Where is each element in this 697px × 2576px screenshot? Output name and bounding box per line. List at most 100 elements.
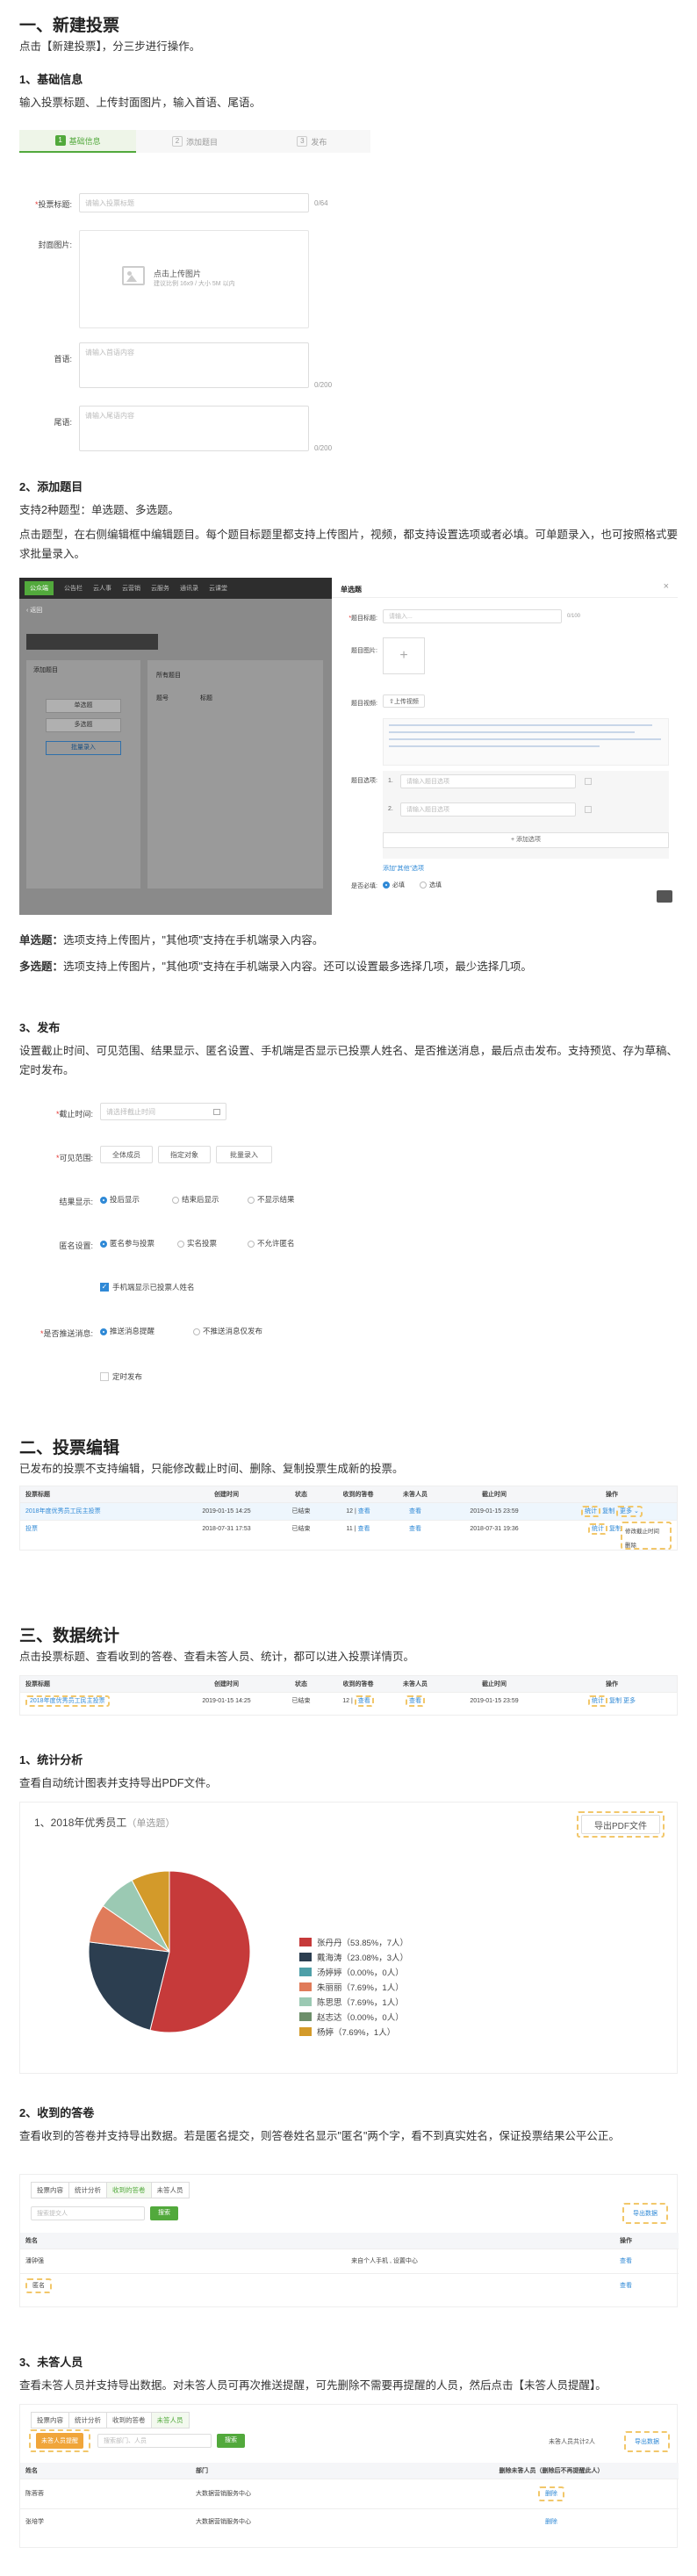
view-answers-link[interactable]: 查看 (358, 1508, 370, 1515)
option-1-input[interactable]: 请输入题目选项 (400, 774, 576, 788)
unanswered-search-input[interactable]: 搜索部门、人员 (97, 2434, 212, 2448)
chat-icon[interactable] (657, 890, 672, 903)
answers-search-button[interactable]: 搜索 (150, 2206, 178, 2220)
stats-link[interactable]: 统计 (588, 1695, 608, 1708)
delete-menu-item[interactable]: 删除 (625, 1540, 667, 1549)
result-after-end-radio[interactable]: 结束后显示 (172, 1194, 219, 1205)
add-desc-1: 支持2种题型：单选题、多选题。 (19, 504, 179, 516)
section-title-data-stats: 三、数据统计 (19, 1627, 120, 1645)
delete-unanswered-link[interactable]: 删除 (424, 2508, 679, 2535)
tab-received-answers[interactable]: 收到的答卷 (107, 2412, 152, 2428)
options-area: 1. 请输入题目选项 2. 请输入题目选项 + 添加选项 (383, 771, 669, 859)
add-other-option-link[interactable]: 添加"其他"选项 (383, 864, 424, 873)
tab-unanswered[interactable]: 未答人员 (151, 2412, 190, 2428)
legend-label: 杨婷（7.69%，1人） (317, 2027, 396, 2038)
vote-title-link[interactable]: 2018年度优秀员工民主投票 (20, 1501, 178, 1520)
vote-title-link[interactable]: 投票 (20, 1519, 178, 1537)
close-icon[interactable]: × (664, 581, 669, 592)
step-basic-info[interactable]: 1 基础信息 (19, 130, 137, 153)
section-title-new-vote: 一、新建投票 (19, 17, 120, 35)
tab-stat-analysis[interactable]: 统计分析 (69, 2182, 107, 2198)
head-textarea[interactable]: 请输入首语内容 (79, 342, 309, 388)
view-answers-link[interactable]: 查看 (354, 1695, 374, 1708)
step-add-question[interactable]: 2 添加题目 (136, 130, 253, 153)
legend-swatch (299, 2026, 312, 2036)
legend-swatch (299, 1997, 312, 2006)
vote-title-link[interactable]: 2018年度优秀员工民主投票 (25, 1695, 110, 1708)
question-editor-screenshot: 公众端 公告栏 云人事 云营销 云服务 通讯录 云课堂 ‹ 返回 添加题目 单选… (19, 578, 678, 915)
scope-specified-button[interactable]: 指定对象 (158, 1146, 211, 1163)
question-image-upload[interactable]: + (383, 637, 425, 674)
heading-basic-info: 1、基础信息 (19, 73, 83, 86)
upload-video-button[interactable]: ⇧ 上传视频 (383, 694, 425, 708)
view-answer-link[interactable]: 查看 (573, 2248, 679, 2273)
title-count: 0/64 (314, 199, 328, 207)
batch-entry-button[interactable]: 批量录入 (46, 741, 121, 755)
anon-allow-radio[interactable]: 匿名参与投票 (100, 1238, 154, 1248)
tab-stat-analysis[interactable]: 统计分析 (69, 2412, 107, 2428)
multi-choice-button[interactable]: 多选题 (46, 718, 121, 732)
required-radio[interactable]: 必填 (383, 881, 405, 889)
title-input[interactable]: 请输入投票标题 (79, 193, 309, 212)
tab-unanswered[interactable]: 未答人员 (151, 2182, 190, 2198)
answers-search-input[interactable]: 搜索提交人 (31, 2206, 145, 2220)
more-link[interactable]: 更多 ⌄ (616, 1506, 643, 1517)
stats-link[interactable]: 统计 (588, 1523, 608, 1536)
question-title-input[interactable]: 请输入... (383, 609, 562, 623)
export-unanswered-link[interactable]: 导出数据 (635, 2437, 659, 2446)
tab-received-answers[interactable]: 收到的答卷 (107, 2182, 152, 2198)
push-remind-radio[interactable]: 推送消息提醒 (100, 1326, 154, 1336)
single-choice-button[interactable]: 单选题 (46, 699, 121, 713)
single-choice-desc: 单选题：选项支持上传图片，"其他项"支持在手机端录入内容。 (19, 934, 324, 946)
legend-swatch (299, 1982, 312, 1991)
export-pdf-button[interactable]: 导出PDF文件 (581, 1815, 660, 1834)
tail-textarea[interactable]: 请输入尾语内容 (79, 406, 309, 451)
delete-unanswered-link[interactable]: 删除 (538, 2486, 564, 2501)
optional-radio[interactable]: 选填 (420, 881, 442, 889)
cover-upload-area[interactable]: 点击上传图片 建议比例 16x9 / 大小 5M 以内 (79, 230, 309, 328)
table-row: 匿名 查看 (20, 2272, 679, 2298)
unanswered-search-button[interactable]: 搜索 (217, 2434, 245, 2448)
view-answers-link[interactable]: 查看 (358, 1526, 370, 1532)
export-answers-link[interactable]: 导出数据 (633, 2209, 657, 2218)
vote-list-table: 投票标题 创建时间 状态 收到的答卷 未答人员 截止时间 操作 2018年度优秀… (19, 1486, 678, 1551)
stats-desc: 点击投票标题、查看收到的答卷、查看未答人员、统计，都可以进入投票详情页。 (19, 1651, 415, 1663)
remind-unanswered-button[interactable]: 未答人员提醒 (36, 2433, 83, 2449)
section-title-vote-edit: 二、投票编辑 (19, 1439, 120, 1457)
scope-batch-button[interactable]: 批量录入 (216, 1146, 272, 1163)
stat-analysis-desc: 查看自动统计图表并支持导出PDF文件。 (19, 1777, 218, 1789)
push-none-radio[interactable]: 不推送消息仅发布 (193, 1326, 262, 1336)
anon-disallow-radio[interactable]: 不允许匿名 (248, 1238, 295, 1248)
copy-link[interactable]: 复制 (602, 1508, 614, 1515)
back-link[interactable]: ‹ 返回 (26, 606, 42, 615)
copy-link[interactable]: 复制 (609, 1526, 622, 1532)
copy-link[interactable]: 复制 (609, 1698, 622, 1704)
view-unanswered-link[interactable]: 查看 (406, 1695, 425, 1708)
add-option-button[interactable]: + 添加选项 (383, 832, 669, 848)
result-after-vote-radio[interactable]: 投后显示 (100, 1194, 140, 1205)
view-unanswered-link[interactable]: 查看 (389, 1519, 442, 1537)
check-icon: ✓ (100, 1283, 109, 1292)
legend-label: 赵志达（0.00%，0人） (317, 2012, 404, 2023)
anon-real-name-radio[interactable]: 实名投票 (177, 1238, 217, 1248)
view-answer-link[interactable]: 查看 (573, 2272, 679, 2298)
tab-vote-content[interactable]: 投票内容 (31, 2182, 69, 2198)
answers-panel: 投票内容 统计分析 收到的答卷 未答人员 搜索提交人 搜索 导出数据 姓名 操作… (19, 2174, 679, 2307)
edit-deadline-menu-item[interactable]: 修改截止时间 (625, 1526, 667, 1535)
show-names-checkbox[interactable]: ✓ 手机端显示已投票人姓名 (100, 1282, 195, 1292)
more-link[interactable]: 更多 (623, 1698, 636, 1704)
chart-title: 1、2018年优秀员工（单选题） (34, 1817, 176, 1829)
answers-desc: 查看收到的答卷并支持导出数据。若是匿名提交，则答卷姓名显示"匿名"两个字，看不到… (19, 2130, 620, 2142)
view-unanswered-link[interactable]: 查看 (389, 1501, 442, 1520)
option-2-input[interactable]: 请输入题目选项 (400, 802, 576, 817)
stats-link[interactable]: 统计 (581, 1506, 601, 1517)
table-row: 投票 2018-07-31 17:53 已结束 11 | 查看 查看 2018-… (20, 1519, 677, 1537)
unanswered-tabs: 投票内容 统计分析 收到的答卷 未答人员 (31, 2412, 190, 2428)
result-hidden-radio[interactable]: 不显示结果 (248, 1194, 295, 1205)
tab-vote-content[interactable]: 投票内容 (31, 2412, 69, 2428)
step-publish[interactable]: 3 发布 (254, 130, 370, 153)
vote-detail-table: 投票标题 创建时间 状态 收到的答卷 未答人员 截止时间 操作 2018年度优秀… (19, 1675, 678, 1716)
scope-all-members-button[interactable]: 全体成员 (100, 1146, 153, 1163)
deadline-input[interactable]: 请选择截止时间 (100, 1103, 226, 1120)
timed-publish-checkbox[interactable]: 定时发布 (100, 1371, 142, 1382)
